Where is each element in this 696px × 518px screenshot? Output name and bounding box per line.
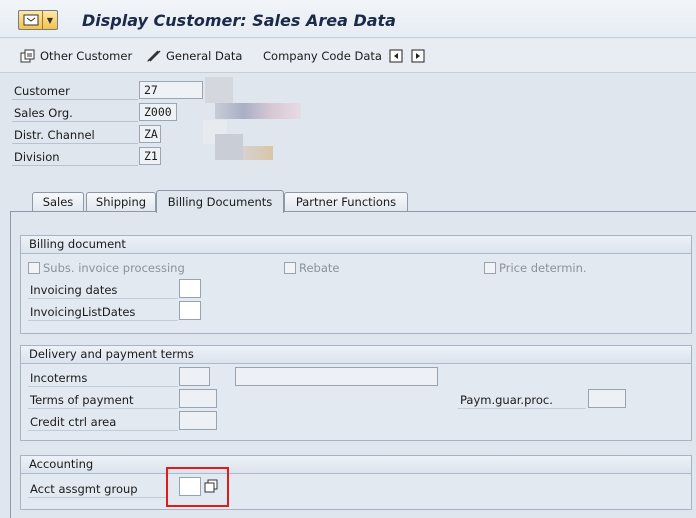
division-label: Division	[14, 150, 60, 164]
label-underline	[28, 408, 178, 409]
subs-invoice-processing-label: Subs. invoice processing	[43, 261, 185, 275]
title-bar: ▼ Display Customer: Sales Area Data	[0, 0, 696, 38]
company-code-data-button[interactable]: Company Code Data	[263, 47, 382, 65]
paym-guar-proc-field[interactable]	[588, 389, 626, 408]
application-toolbar: Other Customer General Data Company Code…	[0, 39, 696, 73]
other-customer-icon	[20, 48, 36, 64]
label-underline	[28, 497, 168, 498]
general-data-label: General Data	[166, 49, 243, 63]
price-determin-label: Price determin.	[499, 261, 587, 275]
accounting-title: Accounting	[21, 456, 691, 474]
distr-channel-label-underline	[12, 143, 138, 144]
incoterms-field[interactable]	[179, 367, 210, 386]
tab-partner-functions[interactable]: Partner Functions	[284, 192, 408, 212]
price-determin-checkbox[interactable]: Price determin.	[484, 261, 587, 275]
redacted-division-name-2	[243, 146, 273, 160]
customer-field[interactable]: 27	[139, 81, 203, 99]
checkbox-box	[28, 262, 40, 274]
highlight-annotation	[166, 467, 229, 507]
redacted-division-name	[215, 134, 243, 160]
checkbox-box	[484, 262, 496, 274]
tab-shipping[interactable]: Shipping	[86, 192, 156, 212]
delivery-payment-title: Delivery and payment terms	[21, 346, 691, 364]
dropdown-arrow-icon: ▼	[46, 15, 54, 25]
system-menu-button[interactable]: ▼	[18, 10, 58, 30]
billing-document-title: Billing document	[21, 236, 691, 254]
sales-org-label: Sales Org.	[14, 106, 73, 120]
page-title: Display Customer: Sales Area Data	[82, 11, 396, 30]
other-customer-button[interactable]: Other Customer	[20, 47, 132, 65]
system-menu-icon	[19, 11, 43, 29]
terms-of-payment-field[interactable]	[179, 389, 217, 408]
redacted-customer-name	[205, 77, 233, 103]
redacted-sales-org-name	[215, 103, 301, 119]
next-entry-icon	[410, 48, 426, 64]
invoicing-list-dates-field[interactable]	[179, 301, 201, 320]
incoterms-label: Incoterms	[30, 371, 88, 385]
distr-channel-field[interactable]: ZA	[139, 125, 161, 143]
rebate-label: Rebate	[299, 261, 340, 275]
acct-assgmt-group-label: Acct assgmt group	[30, 482, 138, 496]
credit-ctrl-area-field[interactable]	[179, 411, 217, 430]
checkbox-box	[284, 262, 296, 274]
sales-org-field[interactable]: Z000	[139, 103, 177, 121]
subs-invoice-processing-checkbox[interactable]: Subs. invoice processing	[28, 261, 185, 275]
invoicing-dates-label: Invoicing dates	[30, 283, 118, 297]
paym-guar-proc-label: Paym.guar.proc.	[460, 393, 553, 407]
general-data-icon	[146, 48, 162, 64]
previous-entry-icon	[388, 48, 404, 64]
label-underline	[28, 386, 178, 387]
label-underline	[28, 320, 178, 321]
invoicing-list-dates-label: InvoicingListDates	[30, 305, 136, 319]
division-field[interactable]: Z1	[139, 147, 161, 165]
tab-billing-documents[interactable]: Billing Documents	[156, 190, 284, 213]
terms-of-payment-label: Terms of payment	[30, 393, 134, 407]
label-underline	[458, 408, 586, 409]
invoicing-dates-field[interactable]	[179, 279, 201, 298]
credit-ctrl-area-label: Credit ctrl area	[30, 415, 117, 429]
previous-entry-button[interactable]	[388, 47, 404, 65]
customer-label: Customer	[14, 84, 70, 98]
tab-sales[interactable]: Sales	[32, 192, 84, 212]
sales-org-label-underline	[12, 121, 138, 122]
rebate-checkbox[interactable]: Rebate	[284, 261, 339, 275]
next-entry-button[interactable]	[410, 47, 426, 65]
company-code-data-label: Company Code Data	[263, 49, 382, 63]
other-customer-label: Other Customer	[40, 49, 133, 63]
customer-label-underline	[12, 99, 138, 100]
label-underline	[28, 430, 178, 431]
division-label-underline	[12, 165, 138, 166]
general-data-button[interactable]: General Data	[146, 47, 242, 65]
tab-strip: Sales Shipping Billing Documents Partner…	[0, 190, 696, 213]
incoterms-part2-field[interactable]	[235, 367, 438, 386]
label-underline	[28, 298, 178, 299]
distr-channel-label: Distr. Channel	[14, 128, 95, 142]
